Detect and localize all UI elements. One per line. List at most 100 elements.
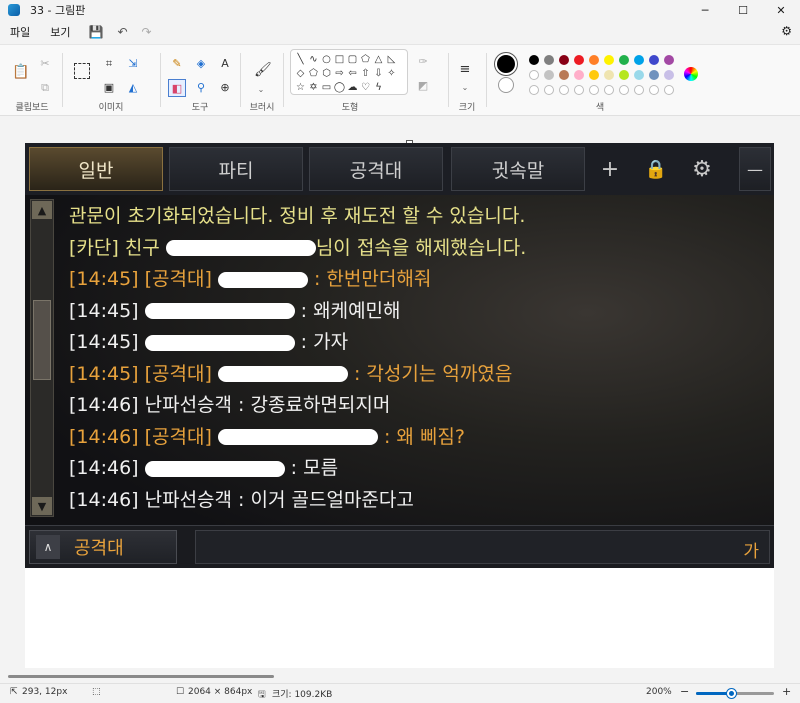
select-icon[interactable]: [74, 63, 90, 79]
custom-color-slot[interactable]: [529, 85, 539, 95]
outline-icon[interactable]: ✑: [416, 55, 430, 69]
zoom-out-button[interactable]: −: [680, 685, 689, 698]
stroke-size-icon[interactable]: ≡: [458, 63, 472, 77]
menu-file[interactable]: 파일: [0, 24, 40, 40]
color-swatch[interactable]: [649, 70, 659, 80]
add-tab-icon[interactable]: +: [593, 147, 627, 191]
horizontal-scrollbar[interactable]: [8, 675, 274, 678]
zoom-in-button[interactable]: +: [782, 685, 791, 698]
color-swatch[interactable]: [559, 55, 569, 65]
hexagon-shape-icon[interactable]: ⬡: [320, 67, 333, 80]
oval-shape-icon[interactable]: ○: [320, 53, 333, 66]
minimize-chat-icon[interactable]: —: [739, 147, 771, 191]
menu-view[interactable]: 보기: [40, 24, 80, 40]
right-triangle-shape-icon[interactable]: ◺: [385, 53, 398, 66]
color-swatch[interactable]: [664, 70, 674, 80]
color-swatch[interactable]: [574, 70, 584, 80]
zoom-slider[interactable]: [696, 689, 774, 698]
channel-selector-button[interactable]: ∧ 공격대: [29, 530, 177, 564]
color-swatch[interactable]: [589, 70, 599, 80]
scroll-thumb[interactable]: [33, 300, 51, 380]
triangle-shape-icon[interactable]: △: [372, 53, 385, 66]
custom-color-slot[interactable]: [574, 85, 584, 95]
minimize-button[interactable]: ─: [686, 0, 724, 20]
share-icon[interactable]: ⚙: [781, 24, 792, 38]
save-icon[interactable]: 💾: [89, 25, 104, 39]
color-swatch[interactable]: [544, 55, 554, 65]
rounded-rect-shape-icon[interactable]: ▢: [346, 53, 359, 66]
custom-color-slot[interactable]: [544, 85, 554, 95]
crop-icon[interactable]: ⌗: [102, 57, 116, 71]
tab-party[interactable]: 파티: [169, 147, 303, 191]
zoom-slider-knob[interactable]: [727, 689, 737, 698]
curve-shape-icon[interactable]: ∿: [307, 53, 320, 66]
color-swatch[interactable]: [529, 70, 539, 80]
color-swatch[interactable]: [664, 55, 674, 65]
cut-icon[interactable]: ✂: [38, 57, 52, 71]
star6-shape-icon[interactable]: ✡: [307, 81, 320, 94]
color-swatch[interactable]: [574, 55, 584, 65]
heart-shape-icon[interactable]: ♡: [359, 81, 372, 94]
diamond-shape-icon[interactable]: ◇: [294, 67, 307, 80]
secondary-color-swatch[interactable]: [498, 77, 514, 93]
color-swatch[interactable]: [544, 70, 554, 80]
copy-icon[interactable]: ⧉: [38, 81, 52, 95]
paste-icon[interactable]: 📋: [12, 65, 29, 79]
custom-color-slot[interactable]: [649, 85, 659, 95]
star5-shape-icon[interactable]: ☆: [294, 81, 307, 94]
color-swatch[interactable]: [649, 55, 659, 65]
polygon-shape-icon[interactable]: ⬠: [359, 53, 372, 66]
callout-rect-shape-icon[interactable]: ▭: [320, 81, 333, 94]
brush-icon[interactable]: 🖌: [254, 63, 272, 77]
text-icon[interactable]: A: [218, 57, 232, 71]
lock-icon[interactable]: 🔒: [639, 147, 673, 191]
chat-input[interactable]: 가: [195, 530, 770, 564]
tab-general[interactable]: 일반: [29, 147, 163, 191]
color-swatch[interactable]: [559, 70, 569, 80]
callout-oval-shape-icon[interactable]: ◯: [333, 81, 346, 94]
custom-color-slot[interactable]: [604, 85, 614, 95]
chat-scrollbar[interactable]: ▲ ▼: [30, 199, 54, 517]
close-button[interactable]: ✕: [762, 0, 800, 20]
color-swatch[interactable]: [589, 55, 599, 65]
eraser-icon[interactable]: ◧: [168, 79, 186, 97]
scroll-down-icon[interactable]: ▼: [32, 497, 52, 515]
fill-icon[interactable]: ◈: [194, 57, 208, 71]
pentagon-shape-icon[interactable]: ⬠: [307, 67, 320, 80]
maximize-button[interactable]: ☐: [724, 0, 762, 20]
chevron-up-icon[interactable]: ∧: [36, 535, 60, 559]
custom-color-slot[interactable]: [619, 85, 629, 95]
redo-icon[interactable]: ↷: [142, 25, 152, 39]
size-dropdown-icon[interactable]: ⌄: [458, 81, 472, 95]
custom-color-slot[interactable]: [664, 85, 674, 95]
edit-colors-icon[interactable]: [684, 67, 698, 81]
custom-color-slot[interactable]: [634, 85, 644, 95]
custom-color-slot[interactable]: [589, 85, 599, 95]
fill-shape-icon[interactable]: ◩: [416, 79, 430, 93]
zoom-level[interactable]: 200%: [646, 687, 672, 697]
tab-whisper[interactable]: 귓속말: [451, 147, 585, 191]
arrow-right-shape-icon[interactable]: ⇨: [333, 67, 346, 80]
magnifier-icon[interactable]: ⊕: [218, 81, 232, 95]
color-swatch[interactable]: [634, 55, 644, 65]
callout-cloud-shape-icon[interactable]: ☁: [346, 81, 359, 94]
color-swatch[interactable]: [604, 70, 614, 80]
arrow-up-shape-icon[interactable]: ⇧: [359, 67, 372, 80]
star4-shape-icon[interactable]: ✧: [385, 67, 398, 80]
color-swatch[interactable]: [604, 55, 614, 65]
scroll-up-icon[interactable]: ▲: [32, 201, 52, 219]
undo-icon[interactable]: ↶: [117, 25, 127, 39]
line-shape-icon[interactable]: ╲: [294, 53, 307, 66]
rectangle-shape-icon[interactable]: □: [333, 53, 346, 66]
rotate-icon[interactable]: ◭: [126, 81, 140, 95]
color-swatch[interactable]: [619, 55, 629, 65]
pencil-icon[interactable]: ✎: [170, 57, 184, 71]
color-picker-icon[interactable]: ⚲: [194, 81, 208, 95]
color-swatch[interactable]: [619, 70, 629, 80]
settings-gear-icon[interactable]: ⚙: [685, 147, 719, 191]
lightning-shape-icon[interactable]: ϟ: [372, 81, 385, 94]
resize-icon[interactable]: ⇲: [126, 57, 140, 71]
primary-color-swatch[interactable]: [497, 55, 515, 73]
drawing-canvas[interactable]: 일반 파티 공격대 귓속말 + 🔒 ⚙ — ▲ ▼ 관문이 초기화되었습니다. …: [25, 140, 774, 668]
arrow-down-shape-icon[interactable]: ⇩: [372, 67, 385, 80]
